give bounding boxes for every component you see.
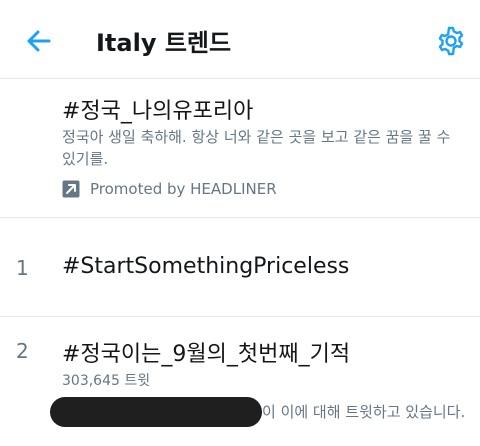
top-app-bar: Italy 트렌드 [0,0,480,79]
settings-button[interactable] [434,24,468,58]
promoted-by-label: Promoted by HEADLINER [62,180,277,202]
page-title: Italy 트렌드 [96,29,232,57]
trend-description: 정국아 생일 축하해. 항상 너와 같은 곳을 보고 같은 꿈을 꿀 수 있기를… [62,126,480,170]
gear-icon [438,26,464,56]
trend-description-line: 정국아 생일 축하해. 항상 너와 같은 곳을 보고 같은 꿈을 꿀 수 [62,128,451,146]
tweet-count: 303,645 트윗 [62,373,151,389]
arrow-left-icon [27,30,51,52]
promoted-trend-item[interactable]: #정국_나의유포리아 정국아 생일 축하해. 항상 너와 같은 곳을 보고 같은… [0,79,480,218]
redacted-usernames [50,397,262,427]
trend-item[interactable]: 1 #StartSomethingPriceless [0,218,480,317]
back-button[interactable] [22,24,56,58]
trend-context-text: 이 이에 대해 트윗하고 있습니다. [262,403,466,421]
trend-hashtag: #정국_나의유포리아 [62,99,254,124]
promoted-by-text: Promoted by HEADLINER [90,180,277,198]
trend-rank: 2 [16,339,29,363]
promoted-arrow-icon [62,180,80,198]
trend-description-line: 있기를. [62,150,109,168]
trend-item[interactable]: 2 #정국이는_9월의_첫번째_기적 303,645 트윗 이 이에 대해 트윗… [0,317,480,446]
trend-hashtag: #정국이는_9월의_첫번째_기적 [62,342,351,367]
trends-screen: Italy 트렌드 #정국_나의유포리아 정국아 생일 축하해. 항상 너와 같… [0,0,480,446]
trend-context: 이 이에 대해 트윗하고 있습니다. [50,397,466,427]
trend-hashtag: #StartSomethingPriceless [62,254,350,279]
trend-rank: 1 [16,256,29,280]
